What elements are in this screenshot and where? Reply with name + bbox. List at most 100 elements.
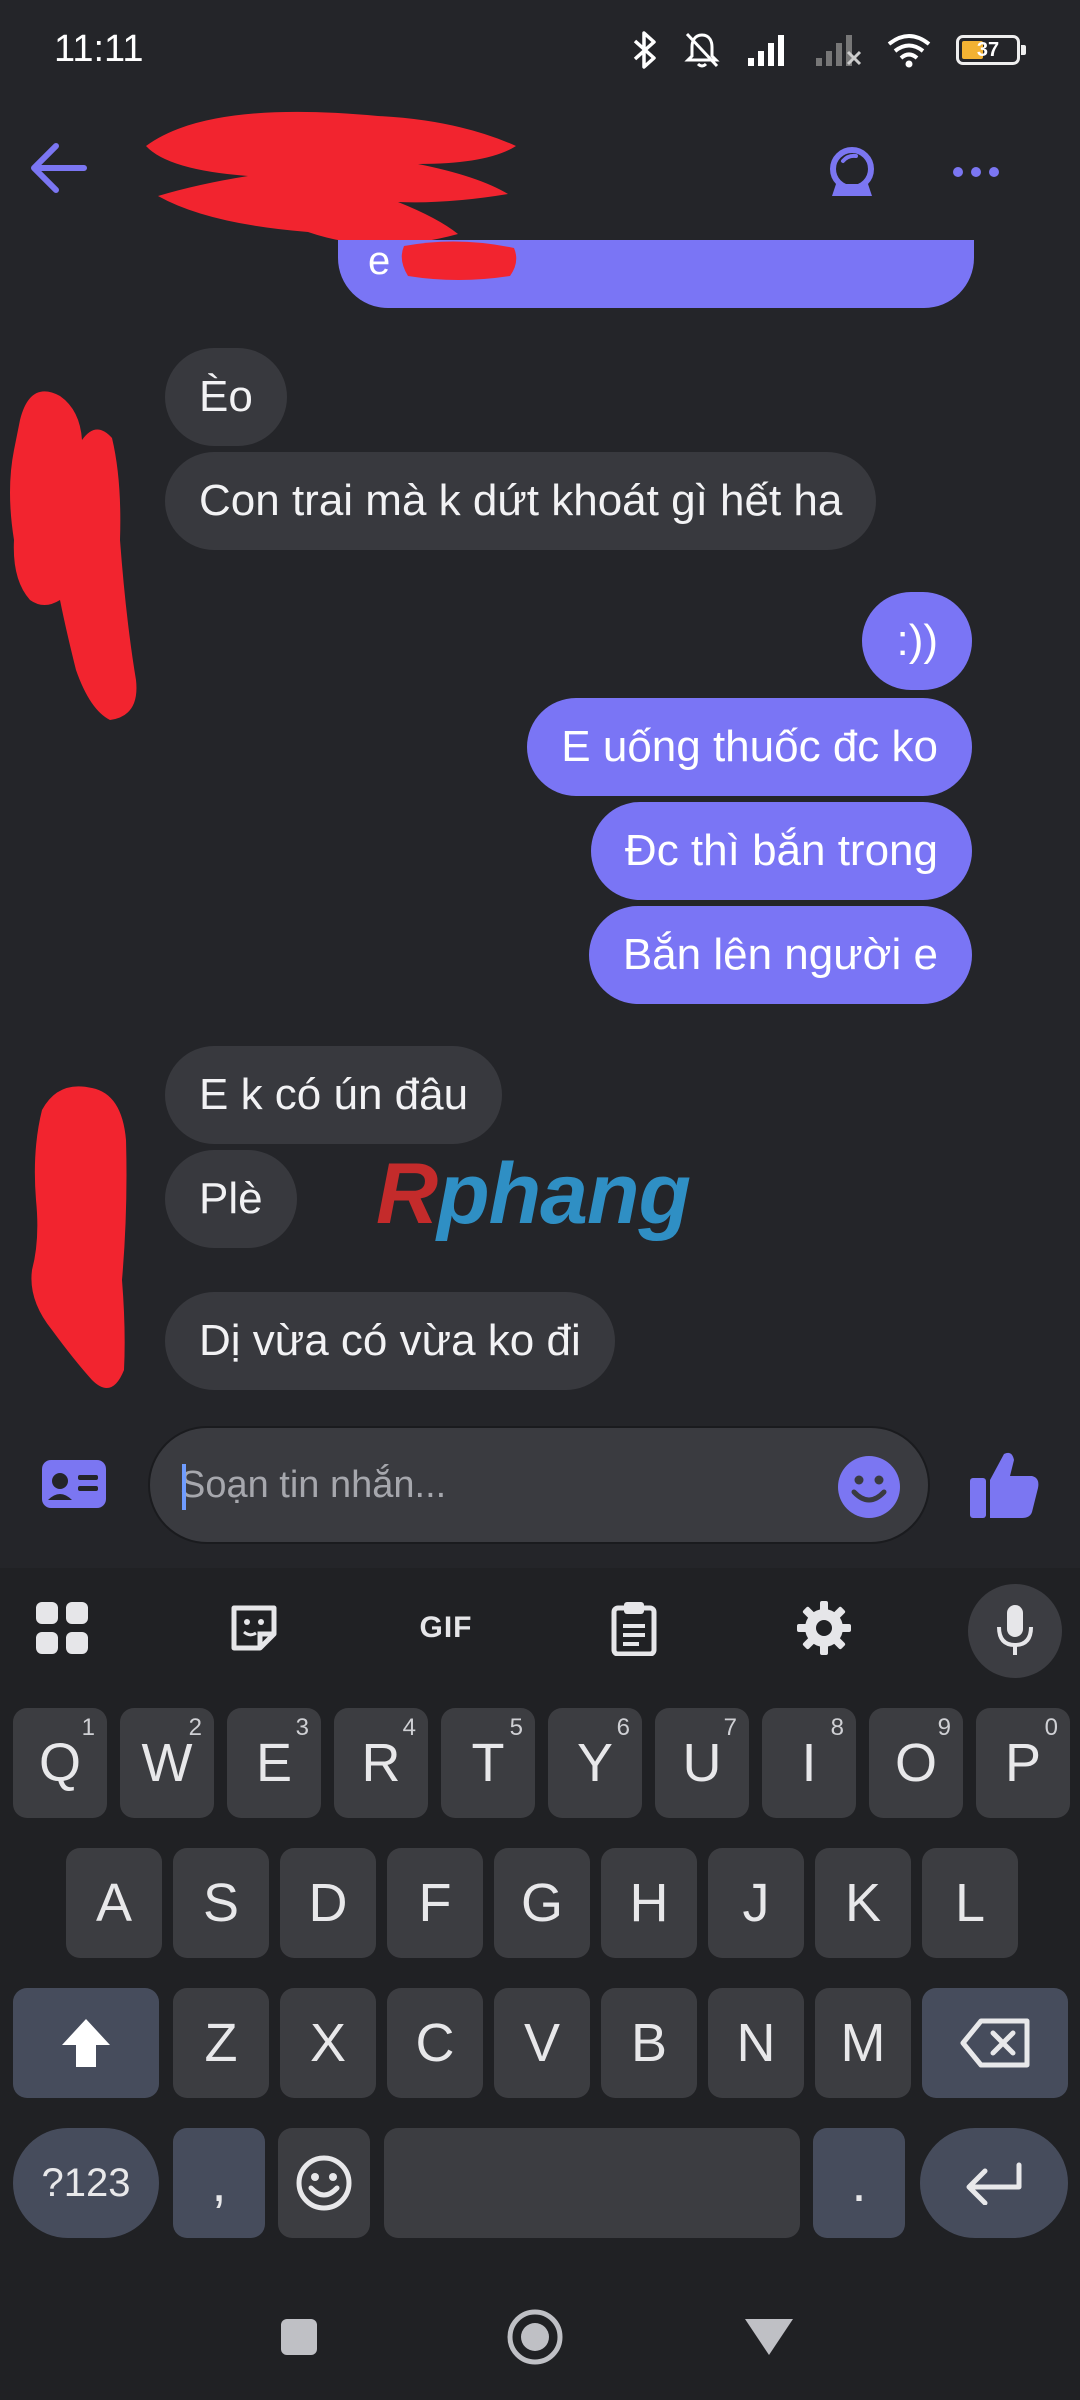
text-cursor <box>182 1464 186 1510</box>
message-list[interactable]: e Èo Con trai mà k dứt khoát gì hết ha :… <box>0 240 1080 1400</box>
key-r[interactable]: R4 <box>334 1708 428 1818</box>
key-k[interactable]: K <box>815 1848 911 1958</box>
on-screen-keyboard: GIF Q 1 W 2 E 3 R 4 T 5 Y 6 U 7 I 8 O 9 … <box>0 1568 1080 2280</box>
chat-header <box>0 100 1080 245</box>
comma-key[interactable]: , <box>173 2128 265 2238</box>
key-v[interactable]: V <box>494 1988 590 2098</box>
key-f[interactable]: F <box>387 1848 483 1958</box>
key-p[interactable]: P0 <box>976 1708 1070 1818</box>
key-s[interactable]: S <box>173 1848 269 1958</box>
message-bubble-outgoing-partial[interactable]: e <box>338 240 974 308</box>
microphone-icon[interactable] <box>968 1584 1062 1678</box>
key-j[interactable]: J <box>708 1848 804 1958</box>
backspace-key[interactable] <box>922 1988 1068 2098</box>
gif-button[interactable]: GIF <box>410 1596 482 1660</box>
gif-label: GIF <box>419 1611 473 1644</box>
message-input-container[interactable] <box>148 1426 930 1544</box>
smiley-icon[interactable] <box>836 1454 902 1520</box>
key-d[interactable]: D <box>280 1848 376 1958</box>
system-navigation-bar <box>0 2280 1080 2400</box>
watermark-initial: R <box>376 1146 438 1242</box>
message-bubble-incoming[interactable]: Dị vừa có vừa ko đi <box>165 1292 615 1390</box>
key-i[interactable]: I8 <box>762 1708 856 1818</box>
key-o[interactable]: O9 <box>869 1708 963 1818</box>
sticker-icon[interactable] <box>222 1596 286 1660</box>
key-u[interactable]: U7 <box>655 1708 749 1818</box>
shift-key[interactable] <box>13 1988 159 2098</box>
message-text: e <box>368 240 391 283</box>
redacted-avatar <box>10 391 137 720</box>
message-bubble-incoming[interactable]: Èo <box>165 348 287 446</box>
keyboard-toolbar: GIF <box>0 1568 1080 1688</box>
key-q[interactable]: Q1 <box>13 1708 107 1818</box>
key-hint: 8 <box>830 1714 844 1741</box>
thumbs-up-icon[interactable] <box>968 1446 1040 1520</box>
key-hint: 0 <box>1044 1714 1058 1741</box>
key-a[interactable]: A <box>66 1848 162 1958</box>
message-bubble-outgoing[interactable]: Đc thì bắn trong <box>590 802 972 900</box>
home-circle-icon[interactable] <box>500 2302 570 2372</box>
key-g[interactable]: G <box>494 1848 590 1958</box>
watermark: Rphang <box>376 1145 691 1244</box>
message-bubble-outgoing[interactable]: Bắn lên người e <box>588 906 972 1004</box>
message-bubble-incoming[interactable]: E k có ún đâu <box>165 1046 503 1144</box>
key-hint: 1 <box>81 1714 95 1741</box>
bluetooth-icon <box>633 31 656 69</box>
message-bubble-outgoing[interactable]: E uống thuốc đc ko <box>527 698 972 796</box>
key-n[interactable]: N <box>708 1988 804 2098</box>
key-m[interactable]: M <box>815 1988 911 2098</box>
settings-gear-icon[interactable] <box>792 1596 856 1660</box>
redacted-contact-name[interactable] <box>128 106 538 256</box>
back-arrow-icon[interactable] <box>26 138 96 198</box>
status-time: 11:11 <box>54 28 144 70</box>
key-t[interactable]: T5 <box>441 1708 535 1818</box>
key-x[interactable]: X <box>280 1988 376 2098</box>
battery-level: 37 <box>976 38 1000 61</box>
key-hint: 9 <box>937 1714 951 1741</box>
key-hint: 7 <box>723 1714 737 1741</box>
period-key[interactable]: . <box>813 2128 905 2238</box>
more-options-icon[interactable] <box>946 142 1006 202</box>
status-bar: 11:11 37 <box>0 0 1080 100</box>
key-e[interactable]: E3 <box>227 1708 321 1818</box>
message-bubble-outgoing[interactable]: :)) <box>862 592 972 690</box>
signal-no-service-icon <box>816 35 862 66</box>
redacted-text <box>401 241 517 280</box>
watermark-rest: phang <box>437 1146 691 1242</box>
key-b[interactable]: B <box>601 1988 697 2098</box>
emoji-key[interactable] <box>278 2128 370 2238</box>
message-input[interactable] <box>180 1428 780 1542</box>
key-hint: 6 <box>616 1714 630 1741</box>
signal-strength-icon <box>748 35 784 66</box>
battery-icon: 37 <box>956 35 1026 65</box>
enter-arrow-icon <box>966 2162 1022 2205</box>
backspace-icon <box>960 2018 1030 2068</box>
key-z[interactable]: Z <box>173 1988 269 2098</box>
contact-card-icon[interactable] <box>40 1458 108 1510</box>
redacted-avatar <box>31 1086 127 1388</box>
key-c[interactable]: C <box>387 1988 483 2098</box>
message-composer <box>0 1400 1080 1568</box>
key-hint: 4 <box>402 1714 416 1741</box>
key-h[interactable]: H <box>601 1848 697 1958</box>
symbols-key[interactable]: ?123 <box>13 2128 159 2238</box>
key-hint: 2 <box>188 1714 202 1741</box>
key-y[interactable]: Y6 <box>548 1708 642 1818</box>
key-hint: 5 <box>509 1714 523 1741</box>
key-hint: 3 <box>295 1714 309 1741</box>
emoji-face-icon <box>296 2155 352 2211</box>
apps-grid-icon[interactable] <box>30 1596 94 1660</box>
globe-icon[interactable] <box>822 142 882 202</box>
back-triangle-icon[interactable] <box>734 2302 804 2372</box>
bell-muted-icon <box>684 32 720 68</box>
key-l[interactable]: L <box>922 1848 1018 1958</box>
key-w[interactable]: W2 <box>120 1708 214 1818</box>
space-bar[interactable] <box>384 2128 800 2238</box>
message-bubble-incoming[interactable]: Plè <box>165 1150 297 1248</box>
shift-arrow-icon <box>62 2019 110 2067</box>
recents-square-icon[interactable] <box>264 2302 334 2372</box>
message-bubble-incoming[interactable]: Con trai mà k dứt khoát gì hết ha <box>165 452 877 550</box>
clipboard-icon[interactable] <box>602 1596 666 1660</box>
wifi-icon <box>887 34 931 68</box>
enter-key[interactable] <box>920 2128 1068 2238</box>
